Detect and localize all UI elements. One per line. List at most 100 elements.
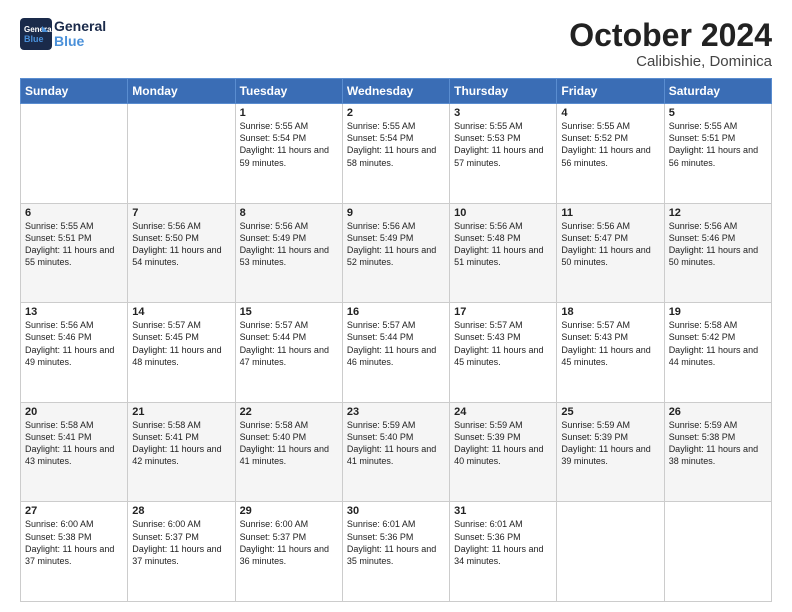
day-number: 19 xyxy=(669,306,767,318)
calendar-cell xyxy=(664,502,771,602)
day-info: Sunrise: 5:57 AMSunset: 5:44 PMDaylight:… xyxy=(240,319,338,368)
day-number: 28 xyxy=(132,505,230,517)
day-number: 16 xyxy=(347,306,445,318)
calendar-cell xyxy=(128,104,235,204)
month-title: October 2024 xyxy=(569,18,772,53)
day-info: Sunrise: 5:56 AMSunset: 5:46 PMDaylight:… xyxy=(25,319,123,368)
day-number: 30 xyxy=(347,505,445,517)
day-number: 20 xyxy=(25,406,123,418)
calendar-cell: 5Sunrise: 5:55 AMSunset: 5:51 PMDaylight… xyxy=(664,104,771,204)
calendar-cell: 31Sunrise: 6:01 AMSunset: 5:36 PMDayligh… xyxy=(450,502,557,602)
day-info: Sunrise: 5:55 AMSunset: 5:51 PMDaylight:… xyxy=(669,120,767,169)
day-info: Sunrise: 5:55 AMSunset: 5:51 PMDaylight:… xyxy=(25,220,123,269)
title-area: October 2024 Calibishie, Dominica xyxy=(569,18,772,70)
calendar-cell xyxy=(21,104,128,204)
calendar-cell: 13Sunrise: 5:56 AMSunset: 5:46 PMDayligh… xyxy=(21,303,128,403)
calendar-header-saturday: Saturday xyxy=(664,79,771,104)
calendar-cell: 2Sunrise: 5:55 AMSunset: 5:54 PMDaylight… xyxy=(342,104,449,204)
calendar-cell: 9Sunrise: 5:56 AMSunset: 5:49 PMDaylight… xyxy=(342,203,449,303)
day-info: Sunrise: 5:59 AMSunset: 5:39 PMDaylight:… xyxy=(561,419,659,468)
logo-icon: General Blue xyxy=(20,18,52,50)
calendar-cell: 3Sunrise: 5:55 AMSunset: 5:53 PMDaylight… xyxy=(450,104,557,204)
calendar-cell: 29Sunrise: 6:00 AMSunset: 5:37 PMDayligh… xyxy=(235,502,342,602)
calendar-header-row: SundayMondayTuesdayWednesdayThursdayFrid… xyxy=(21,79,772,104)
page: General Blue General Blue October 2024 C… xyxy=(0,0,792,612)
calendar-cell: 4Sunrise: 5:55 AMSunset: 5:52 PMDaylight… xyxy=(557,104,664,204)
day-number: 9 xyxy=(347,207,445,219)
day-info: Sunrise: 5:55 AMSunset: 5:54 PMDaylight:… xyxy=(240,120,338,169)
calendar-header-sunday: Sunday xyxy=(21,79,128,104)
calendar-cell: 7Sunrise: 5:56 AMSunset: 5:50 PMDaylight… xyxy=(128,203,235,303)
day-info: Sunrise: 5:57 AMSunset: 5:43 PMDaylight:… xyxy=(561,319,659,368)
day-info: Sunrise: 5:58 AMSunset: 5:41 PMDaylight:… xyxy=(132,419,230,468)
day-info: Sunrise: 5:55 AMSunset: 5:53 PMDaylight:… xyxy=(454,120,552,169)
day-info: Sunrise: 5:57 AMSunset: 5:43 PMDaylight:… xyxy=(454,319,552,368)
day-info: Sunrise: 6:00 AMSunset: 5:37 PMDaylight:… xyxy=(240,518,338,567)
calendar-cell: 27Sunrise: 6:00 AMSunset: 5:38 PMDayligh… xyxy=(21,502,128,602)
calendar-week-row: 20 Sunrise: 5:58 AMSunset: 5:41 PMDayligh… xyxy=(21,402,772,502)
day-info: Sunrise: 5:59 AMSunset: 5:39 PMDaylight:… xyxy=(454,419,552,468)
calendar-header-monday: Monday xyxy=(128,79,235,104)
calendar-header-friday: Friday xyxy=(557,79,664,104)
calendar-cell: 17Sunrise: 5:57 AMSunset: 5:43 PMDayligh… xyxy=(450,303,557,403)
day-info: Sunrise: 5:58 AMSunset: 5:40 PMDaylight:… xyxy=(240,419,338,468)
day-number: 22 xyxy=(240,406,338,418)
calendar-cell: 30Sunrise: 6:01 AMSunset: 5:36 PMDayligh… xyxy=(342,502,449,602)
calendar-week-row: 1Sunrise: 5:55 AMSunset: 5:54 PMDaylight… xyxy=(21,104,772,204)
day-number: 11 xyxy=(561,207,659,219)
svg-text:Blue: Blue xyxy=(24,34,44,44)
day-number: 31 xyxy=(454,505,552,517)
day-number: 3 xyxy=(454,107,552,119)
calendar-cell: 6Sunrise: 5:55 AMSunset: 5:51 PMDaylight… xyxy=(21,203,128,303)
day-info: Sunrise: 5:57 AMSunset: 5:45 PMDaylight:… xyxy=(132,319,230,368)
header: General Blue General Blue October 2024 C… xyxy=(20,18,772,70)
calendar-week-row: 6Sunrise: 5:55 AMSunset: 5:51 PMDaylight… xyxy=(21,203,772,303)
day-number: 18 xyxy=(561,306,659,318)
day-number: 25 xyxy=(561,406,659,418)
calendar-cell: 16Sunrise: 5:57 AMSunset: 5:44 PMDayligh… xyxy=(342,303,449,403)
day-number: 12 xyxy=(669,207,767,219)
calendar-cell: 19Sunrise: 5:58 AMSunset: 5:42 PMDayligh… xyxy=(664,303,771,403)
calendar-cell: 21Sunrise: 5:58 AMSunset: 5:41 PMDayligh… xyxy=(128,402,235,502)
calendar-cell: 15Sunrise: 5:57 AMSunset: 5:44 PMDayligh… xyxy=(235,303,342,403)
day-number: 5 xyxy=(669,107,767,119)
day-info: Sunrise: 5:56 AMSunset: 5:50 PMDaylight:… xyxy=(132,220,230,269)
calendar-cell: 18Sunrise: 5:57 AMSunset: 5:43 PMDayligh… xyxy=(557,303,664,403)
calendar-cell: 8Sunrise: 5:56 AMSunset: 5:49 PMDaylight… xyxy=(235,203,342,303)
logo: General Blue General Blue xyxy=(20,18,106,50)
day-number: 13 xyxy=(25,306,123,318)
day-number: 17 xyxy=(454,306,552,318)
day-info: Sunrise: 6:01 AMSunset: 5:36 PMDaylight:… xyxy=(347,518,445,567)
calendar-cell: 12Sunrise: 5:56 AMSunset: 5:46 PMDayligh… xyxy=(664,203,771,303)
day-number: 6 xyxy=(25,207,123,219)
calendar-table: SundayMondayTuesdayWednesdayThursdayFrid… xyxy=(20,78,772,602)
day-number: 1 xyxy=(240,107,338,119)
day-number: 27 xyxy=(25,505,123,517)
calendar-cell: 24Sunrise: 5:59 AMSunset: 5:39 PMDayligh… xyxy=(450,402,557,502)
day-number: 15 xyxy=(240,306,338,318)
day-info: Sunrise: 5:56 AMSunset: 5:48 PMDaylight:… xyxy=(454,220,552,269)
day-info: Sunrise: 6:00 AMSunset: 5:38 PMDaylight:… xyxy=(25,518,123,567)
day-info: Sunrise: 5:56 AMSunset: 5:49 PMDaylight:… xyxy=(347,220,445,269)
calendar-header-thursday: Thursday xyxy=(450,79,557,104)
day-info: Sunrise: 6:00 AMSunset: 5:37 PMDaylight:… xyxy=(132,518,230,567)
day-info: Sunrise: 5:59 AMSunset: 5:38 PMDaylight:… xyxy=(669,419,767,468)
day-number: 26 xyxy=(669,406,767,418)
calendar-cell: 1Sunrise: 5:55 AMSunset: 5:54 PMDaylight… xyxy=(235,104,342,204)
day-number: 14 xyxy=(132,306,230,318)
calendar-cell: 26Sunrise: 5:59 AMSunset: 5:38 PMDayligh… xyxy=(664,402,771,502)
day-info: Sunrise: 5:56 AMSunset: 5:46 PMDaylight:… xyxy=(669,220,767,269)
calendar-cell: 14Sunrise: 5:57 AMSunset: 5:45 PMDayligh… xyxy=(128,303,235,403)
calendar-cell: 22Sunrise: 5:58 AMSunset: 5:40 PMDayligh… xyxy=(235,402,342,502)
calendar-header-wednesday: Wednesday xyxy=(342,79,449,104)
calendar-cell: 10Sunrise: 5:56 AMSunset: 5:48 PMDayligh… xyxy=(450,203,557,303)
calendar-cell xyxy=(557,502,664,602)
day-number: 7 xyxy=(132,207,230,219)
calendar-week-row: 27Sunrise: 6:00 AMSunset: 5:38 PMDayligh… xyxy=(21,502,772,602)
day-info: Sunrise: 5:58 AMSunset: 5:42 PMDaylight:… xyxy=(669,319,767,368)
day-info: Sunrise: 5:59 AMSunset: 5:40 PMDaylight:… xyxy=(347,419,445,468)
calendar-header-tuesday: Tuesday xyxy=(235,79,342,104)
day-info: Sunrise: 5:56 AMSunset: 5:47 PMDaylight:… xyxy=(561,220,659,269)
day-number: 2 xyxy=(347,107,445,119)
day-number: 8 xyxy=(240,207,338,219)
